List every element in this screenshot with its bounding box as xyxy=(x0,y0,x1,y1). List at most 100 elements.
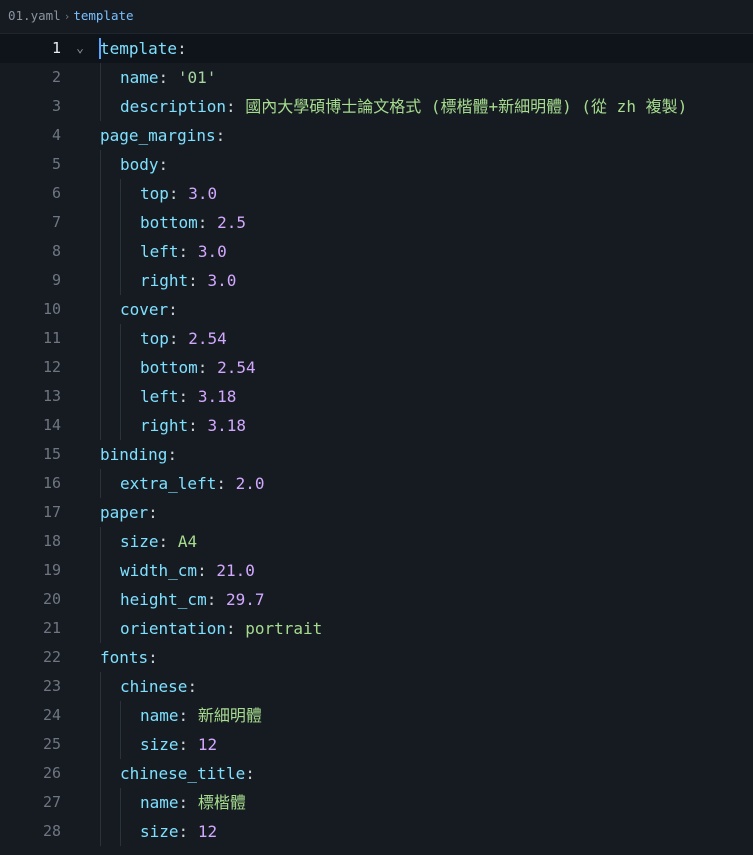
line-number: 16 xyxy=(42,474,61,492)
colon: : xyxy=(188,271,198,290)
colon: : xyxy=(167,445,178,464)
code-line[interactable]: 28 size: 12 xyxy=(0,817,753,846)
indent-guide xyxy=(100,237,101,266)
code-text: name: '01' xyxy=(120,63,216,92)
yaml-key: name xyxy=(120,68,159,87)
code-text: top: 2.54 xyxy=(140,324,227,353)
code-line[interactable]: 21 orientation: portrait xyxy=(0,614,753,643)
breadcrumb-file[interactable]: 01.yaml xyxy=(8,8,61,23)
code-line[interactable]: 12 bottom: 2.54 xyxy=(0,353,753,382)
code-line[interactable]: 10 cover: xyxy=(0,295,753,324)
yaml-value: 12 xyxy=(197,822,218,841)
code-text: orientation: portrait xyxy=(120,614,322,643)
indent-guide xyxy=(100,266,101,295)
indent-guide xyxy=(100,527,101,556)
code-line[interactable]: 2 name: '01' xyxy=(0,63,753,92)
code-text: left: 3.0 xyxy=(140,237,227,266)
colon: : xyxy=(158,532,169,551)
code-line[interactable]: 8 left: 3.0 xyxy=(0,237,753,266)
code-text: chinese_title: xyxy=(120,759,255,788)
indent-guide xyxy=(100,817,101,846)
indent-guide xyxy=(100,324,101,353)
code-text: extra_left: 2.0 xyxy=(120,469,265,498)
colon: : xyxy=(178,242,189,261)
indent-guide xyxy=(100,382,101,411)
code-line[interactable]: 13 left: 3.18 xyxy=(0,382,753,411)
line-number: 14 xyxy=(42,416,61,434)
code-line[interactable]: 25 size: 12 xyxy=(0,730,753,759)
code-line[interactable]: 9 right: 3.0 xyxy=(0,266,753,295)
code-line[interactable]: 20 height_cm: 29.7 xyxy=(0,585,753,614)
code-text: top: 3.0 xyxy=(140,179,217,208)
yaml-key: size xyxy=(140,735,179,754)
code-line[interactable]: 5 body: xyxy=(0,150,753,179)
indent-guide xyxy=(100,411,101,440)
code-text: page_margins: xyxy=(100,121,225,150)
yaml-key: right xyxy=(140,271,189,290)
colon: : xyxy=(225,97,236,116)
indent-guide xyxy=(100,150,101,179)
line-number: 26 xyxy=(42,764,61,782)
yaml-key: extra_left xyxy=(120,474,217,493)
indent-guide xyxy=(100,759,101,788)
indent-guide xyxy=(120,324,121,353)
colon: : xyxy=(178,822,189,841)
line-number: 7 xyxy=(51,213,61,231)
colon: : xyxy=(197,358,208,377)
breadcrumb-symbol[interactable]: template xyxy=(73,8,133,23)
yaml-key: paper xyxy=(100,503,149,522)
code-line[interactable]: 3 description: 國內大學碩博士論文格式 (標楷體+新細明體) (從 … xyxy=(0,92,753,121)
code-text: binding: xyxy=(100,440,177,469)
line-number: 17 xyxy=(42,503,61,521)
line-number: 8 xyxy=(51,242,61,260)
code-line[interactable]: 4 page_margins: xyxy=(0,121,753,150)
indent-guide xyxy=(120,179,121,208)
indent-guide xyxy=(120,701,121,730)
line-number: 5 xyxy=(51,155,61,173)
code-line[interactable]: 7 bottom: 2.5 xyxy=(0,208,753,237)
breadcrumb-separator-icon: › xyxy=(63,10,71,23)
yaml-key: orientation xyxy=(120,619,226,638)
code-line[interactable]: 26 chinese_title: xyxy=(0,759,753,788)
code-line[interactable]: 17 paper: xyxy=(0,498,753,527)
text-cursor xyxy=(99,38,101,59)
indent-guide xyxy=(120,730,121,759)
indent-guide xyxy=(100,295,101,324)
code-line[interactable]: 11 top: 2.54 xyxy=(0,324,753,353)
yaml-value: A4 xyxy=(177,532,198,551)
colon: : xyxy=(245,764,255,783)
code-line[interactable]: 15 binding: xyxy=(0,440,753,469)
colon: : xyxy=(197,213,208,232)
line-number: 20 xyxy=(42,590,61,608)
line-number: 28 xyxy=(42,822,61,840)
colon: : xyxy=(225,619,236,638)
yaml-key: bottom xyxy=(140,213,198,232)
yaml-value: 3.18 xyxy=(197,387,237,406)
colon: : xyxy=(168,184,179,203)
code-editor[interactable]: 1 ⌄ template: 2 name: '01' 3 description: 國內大學… xyxy=(0,34,753,855)
code-line[interactable]: 19 width_cm: 21.0 xyxy=(0,556,753,585)
code-line[interactable]: 16 extra_left: 2.0 xyxy=(0,469,753,498)
code-line[interactable]: 18 size: A4 xyxy=(0,527,753,556)
indent-guide xyxy=(100,208,101,237)
fold-chevron-icon[interactable]: ⌄ xyxy=(70,34,90,63)
code-line[interactable]: 14 right: 3.18 xyxy=(0,411,753,440)
code-text: name: 標楷體 xyxy=(140,788,246,817)
indent-guide xyxy=(100,179,101,208)
indent-guide xyxy=(120,382,121,411)
code-line[interactable]: 22 fonts: xyxy=(0,643,753,672)
code-text: template: xyxy=(100,34,187,63)
indent-guide xyxy=(120,411,121,440)
code-line[interactable]: 23 chinese: xyxy=(0,672,753,701)
yaml-key: size xyxy=(140,822,179,841)
yaml-key: left xyxy=(140,387,179,406)
code-line[interactable]: 24 name: 新細明體 xyxy=(0,701,753,730)
code-line[interactable]: 1 ⌄ template: xyxy=(0,34,753,63)
code-line[interactable]: 6 top: 3.0 xyxy=(0,179,753,208)
colon: : xyxy=(158,155,169,174)
code-line[interactable]: 27 name: 標楷體 xyxy=(0,788,753,817)
code-text: left: 3.18 xyxy=(140,382,236,411)
colon: : xyxy=(177,39,187,58)
line-number: 13 xyxy=(42,387,61,405)
yaml-value: 29.7 xyxy=(225,590,265,609)
